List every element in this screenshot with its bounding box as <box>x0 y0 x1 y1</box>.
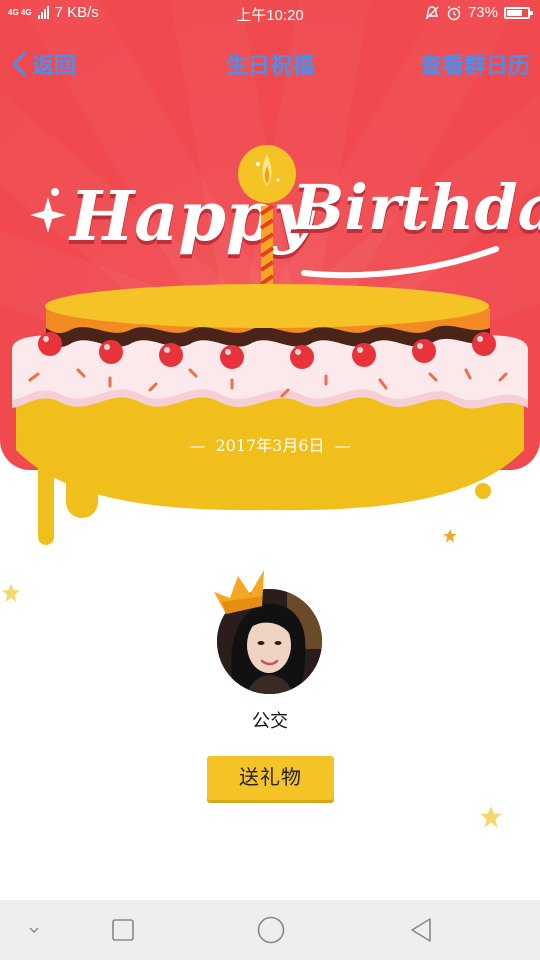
recent-apps-button[interactable] <box>98 900 148 960</box>
star-icon <box>1 583 21 603</box>
battery-percent: 73% <box>467 4 498 21</box>
user-avatar-group[interactable] <box>212 570 332 700</box>
star-icon <box>443 529 457 543</box>
system-navigation-bar <box>0 900 540 960</box>
star-icon <box>480 806 502 828</box>
circle-home-icon <box>257 916 285 944</box>
birthday-screen: 4G 4G 7 KB/s 上午10:20 73% 返回 生日祝福 查看群日历 H… <box>0 0 540 960</box>
user-name: 公交 <box>252 711 288 732</box>
send-gift-button[interactable]: 送礼物 <box>207 756 334 800</box>
crown-icon <box>214 570 264 614</box>
nav-bar: 返回 生日祝福 查看群日历 <box>0 40 540 88</box>
square-recent-icon <box>112 919 134 941</box>
battery-icon <box>504 6 533 19</box>
view-calendar-button[interactable]: 查看群日历 <box>420 48 530 80</box>
mute-icon <box>425 5 439 19</box>
birthday-cake <box>12 284 528 545</box>
clock: 上午10:20 <box>236 7 304 24</box>
date-dash-left: — <box>189 436 216 455</box>
birthday-text: Birthday <box>292 171 540 244</box>
battery-fill <box>507 9 522 16</box>
collapse-button[interactable] <box>14 900 54 960</box>
home-button[interactable] <box>244 900 298 960</box>
alarm-icon <box>447 5 461 20</box>
birthday-date: — 2017年3月6日 — <box>0 432 540 456</box>
chevron-down-icon <box>29 927 39 934</box>
swash-decoration <box>301 246 499 279</box>
system-back-button[interactable] <box>396 900 446 960</box>
date-text: 2017年3月6日 <box>215 436 325 455</box>
status-bar: 4G 4G 7 KB/s 上午10:20 73% <box>0 0 540 26</box>
triangle-back-icon <box>411 918 431 942</box>
date-dash-right: — <box>324 436 351 455</box>
sparkle-icon <box>51 188 59 196</box>
sparkle-icon <box>30 197 66 233</box>
